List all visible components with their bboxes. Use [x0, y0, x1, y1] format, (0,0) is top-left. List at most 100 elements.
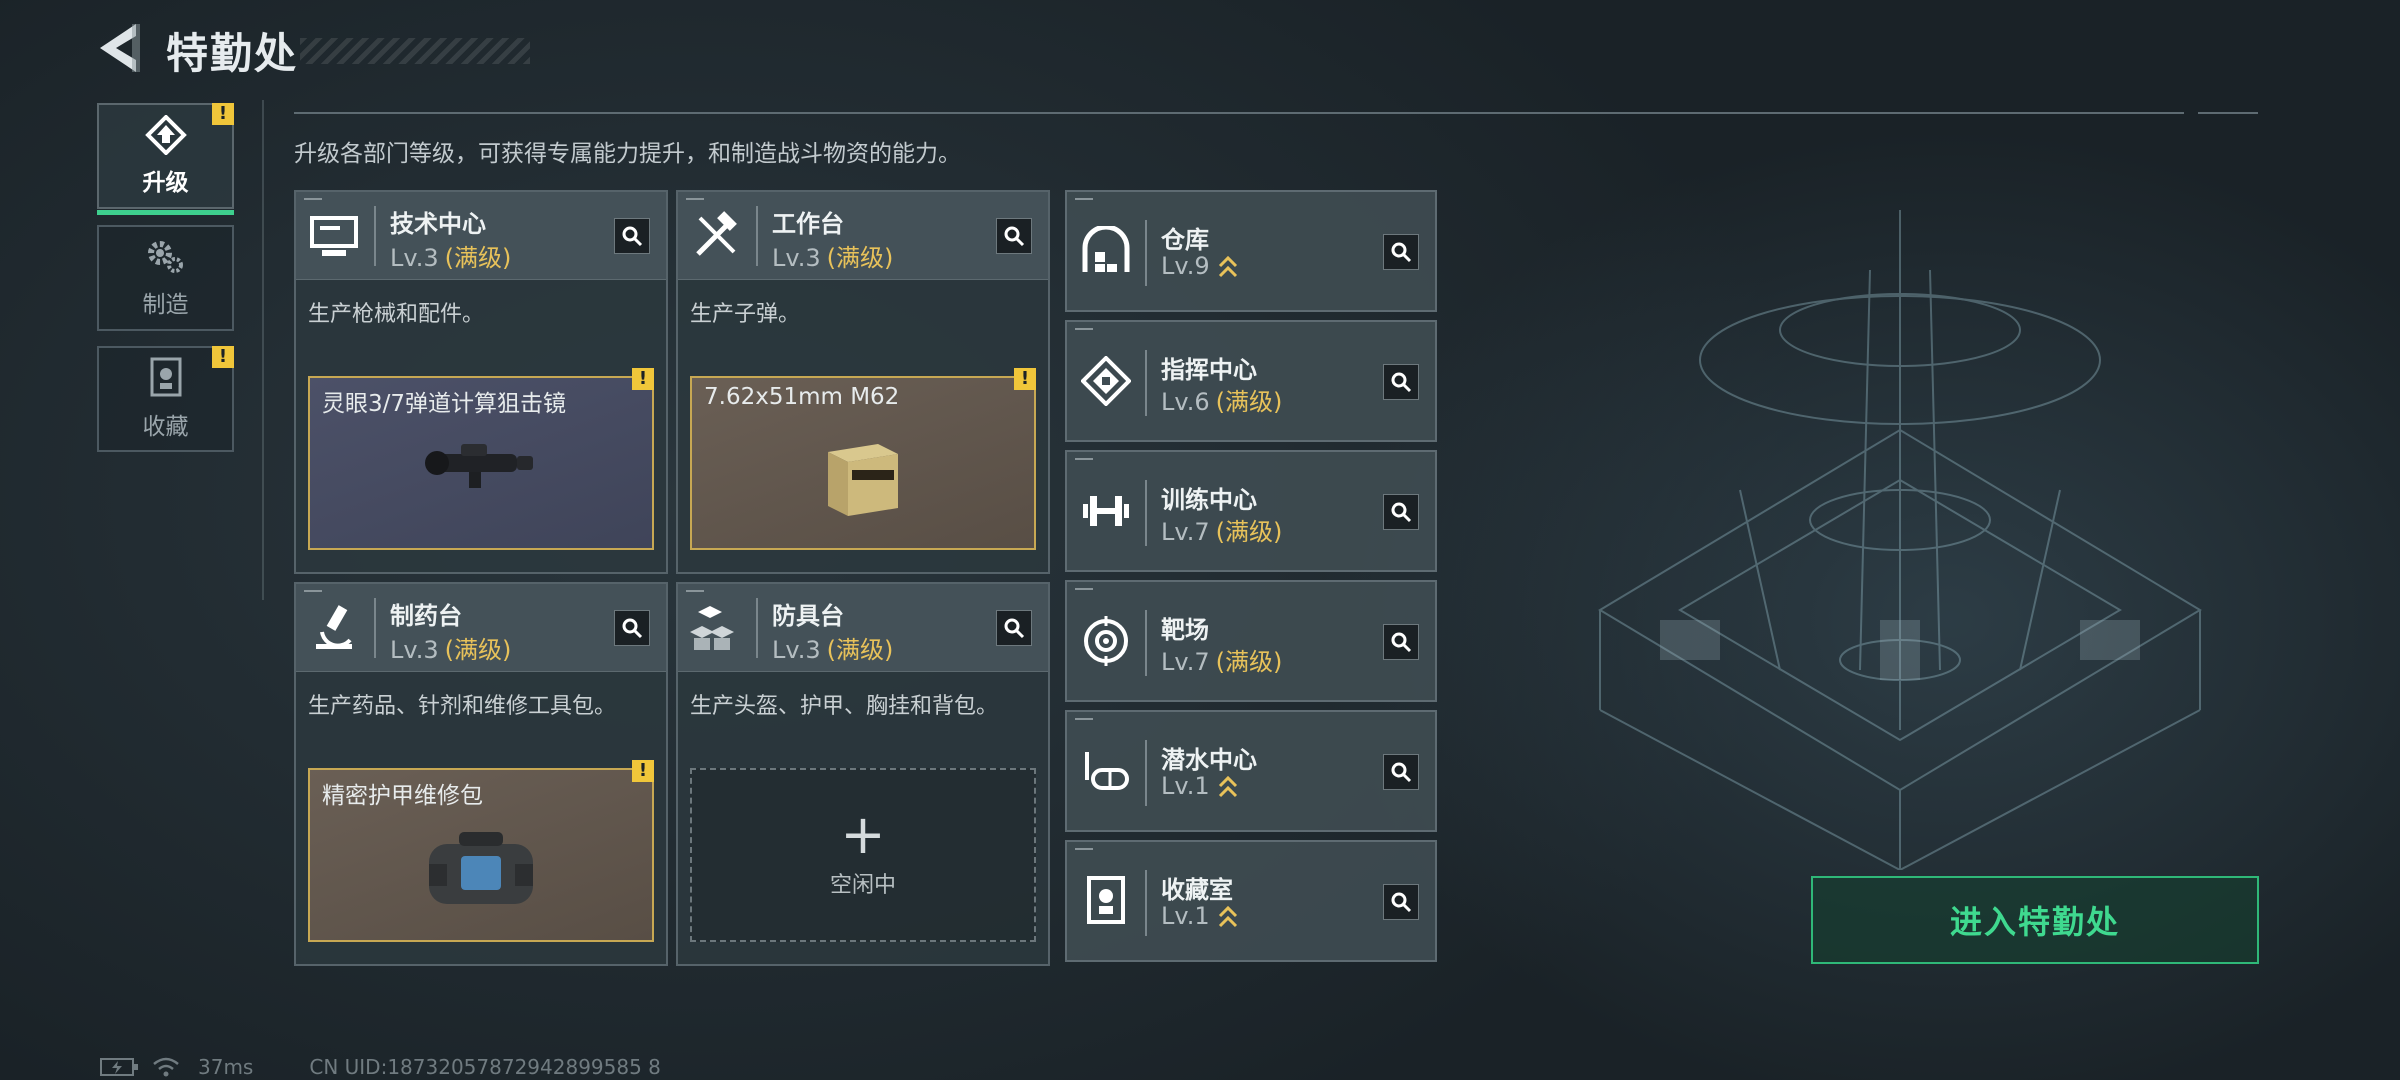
upgrade-icon	[144, 115, 187, 155]
facility-level: Lv.9	[1161, 252, 1238, 280]
wifi-icon	[153, 1057, 179, 1077]
scope-icon	[425, 444, 533, 488]
tab-craft[interactable]: 制造	[97, 225, 234, 331]
workstation-level: Lv.3 (满级)	[390, 630, 511, 665]
inspect-button[interactable]	[1383, 754, 1419, 790]
idle-slot[interactable]: + 空闲中	[690, 768, 1036, 942]
card-header: 工作台 Lv.3 (满级)	[678, 192, 1048, 280]
tools-icon	[696, 211, 737, 256]
card-header: 防具台 Lv.3 (满级)	[678, 584, 1048, 672]
facility-card-diving-center[interactable]: 潜水中心 Lv.1	[1065, 710, 1437, 832]
tab-upgrade[interactable]: ! 升级	[97, 103, 234, 215]
workstation-level: Lv.3 (满级)	[390, 238, 511, 273]
workstation-level: Lv.3 (满级)	[772, 630, 893, 665]
armor-blocks-icon	[690, 606, 734, 650]
facility-card-command-center[interactable]: 指挥中心 Lv.6 (满级)	[1065, 320, 1437, 442]
level-value: Lv.6	[1161, 388, 1210, 416]
workstation-description: 生产枪械和配件。	[308, 302, 485, 327]
facility-card-warehouse[interactable]: 仓库 Lv.9	[1065, 190, 1437, 312]
search-icon	[1391, 632, 1412, 653]
product-slot[interactable]: ! 精密护甲维修包	[308, 760, 654, 942]
card-header: 技术中心 Lv.3 (满级)	[296, 192, 666, 280]
workstation-name: 技术中心	[390, 210, 486, 238]
inspect-button[interactable]	[1383, 884, 1419, 920]
target-icon	[1084, 616, 1128, 666]
max-level-tag: (满级)	[1215, 388, 1283, 416]
facility-level: Lv.6 (满级)	[1161, 382, 1282, 417]
product-slot[interactable]: ! 7.62x51mm M62	[690, 368, 1036, 550]
facility-level: Lv.7 (满级)	[1161, 642, 1282, 677]
inspect-button[interactable]	[1383, 494, 1419, 530]
back-button[interactable]	[96, 22, 142, 74]
inspect-button[interactable]	[614, 218, 650, 254]
alert-badge: !	[1014, 368, 1036, 390]
facility-card-collection-room[interactable]: 收藏室 Lv.1	[1065, 840, 1437, 962]
max-level-tag: (满级)	[826, 636, 894, 664]
workstation-description: 生产药品、针剂和维修工具包。	[308, 694, 617, 719]
workstation-name: 工作台	[772, 210, 844, 238]
facility-card-training-center[interactable]: 训练中心 Lv.7 (满级)	[1065, 450, 1437, 572]
alert-badge: !	[632, 760, 654, 782]
workstation-card-pharmacy[interactable]: 制药台 Lv.3 (满级) 生产药品、针剂和维修工具包。 ! 精密护甲维修包	[294, 582, 668, 966]
facility-card-shooting-range[interactable]: 靶场 Lv.7 (满级)	[1065, 580, 1437, 702]
inspect-button[interactable]	[996, 218, 1032, 254]
upgrade-available-icon	[1218, 255, 1237, 278]
repair-kit-icon	[429, 832, 533, 904]
inspect-button[interactable]	[1383, 364, 1419, 400]
level-value: Lv.3	[772, 244, 821, 272]
workstation-description: 生产子弹。	[690, 302, 801, 327]
add-icon: +	[840, 803, 886, 866]
search-icon	[1391, 372, 1412, 393]
inspect-button[interactable]	[996, 610, 1032, 646]
max-level-tag: (满级)	[444, 636, 512, 664]
workstation-card-tech-center[interactable]: 技术中心 Lv.3 (满级) 生产枪械和配件。 ! 灵眼3/7弹道计算狙击镜	[294, 190, 668, 574]
tab-collection[interactable]: ! 收藏	[97, 346, 234, 452]
workstation-card-armor-bench[interactable]: 防具台 Lv.3 (满级) 生产头盔、护甲、胸挂和背包。 + 空闲中	[676, 582, 1050, 966]
level-value: Lv.1	[1161, 772, 1210, 800]
alert-badge: !	[212, 346, 234, 368]
search-icon	[1004, 226, 1025, 247]
tab-craft-label: 制造	[142, 292, 189, 318]
facility-name: 仓库	[1161, 226, 1209, 254]
collection-icon	[1087, 876, 1125, 924]
product-slot[interactable]: ! 灵眼3/7弹道计算狙击镜	[308, 368, 654, 550]
gear-icon	[147, 241, 183, 273]
battery-icon	[100, 1058, 138, 1076]
search-icon	[1391, 762, 1412, 783]
product-name: 7.62x51mm M62	[704, 384, 900, 410]
trophy-case-icon	[150, 357, 181, 397]
facility-name: 靶场	[1161, 616, 1209, 644]
tab-collection-label: 收藏	[142, 414, 189, 440]
description-text: 升级各部门等级，可获得专属能力提升，和制造战斗物资的能力。	[294, 141, 961, 167]
search-icon	[622, 618, 643, 639]
facility-name: 指挥中心	[1161, 356, 1257, 384]
workstation-name: 防具台	[772, 602, 844, 630]
workstation-name: 制药台	[390, 602, 462, 630]
level-value: Lv.3	[390, 636, 439, 664]
level-value: Lv.1	[1161, 902, 1210, 930]
facility-level: Lv.1	[1161, 902, 1238, 930]
workstation-card-workbench[interactable]: 工作台 Lv.3 (满级) 生产子弹。 ! 7.62x51mm M62	[676, 190, 1050, 574]
base-wireframe-illustration	[1598, 210, 2202, 870]
product-name: 精密护甲维修包	[322, 783, 483, 809]
search-icon	[622, 226, 643, 247]
level-value: Lv.7	[1161, 518, 1210, 546]
level-value: Lv.3	[390, 244, 439, 272]
command-icon	[1081, 356, 1131, 406]
search-icon	[1391, 242, 1412, 263]
ping-value: 37ms	[198, 1055, 254, 1079]
inspect-button[interactable]	[1383, 624, 1419, 660]
enter-special-ops-button[interactable]: 进入特勤处	[1811, 876, 2259, 964]
title-decoration	[300, 38, 530, 64]
inspect-button[interactable]	[614, 610, 650, 646]
idle-label: 空闲中	[829, 873, 896, 898]
facility-name: 潜水中心	[1161, 746, 1257, 774]
max-level-tag: (满级)	[1215, 648, 1283, 676]
search-icon	[1391, 892, 1412, 913]
inspect-button[interactable]	[1383, 234, 1419, 270]
monitor-icon	[310, 216, 358, 256]
product-name: 灵眼3/7弹道计算狙击镜	[322, 391, 567, 417]
max-level-tag: (满级)	[444, 244, 512, 272]
max-level-tag: (满级)	[826, 244, 894, 272]
side-divider	[262, 100, 264, 600]
